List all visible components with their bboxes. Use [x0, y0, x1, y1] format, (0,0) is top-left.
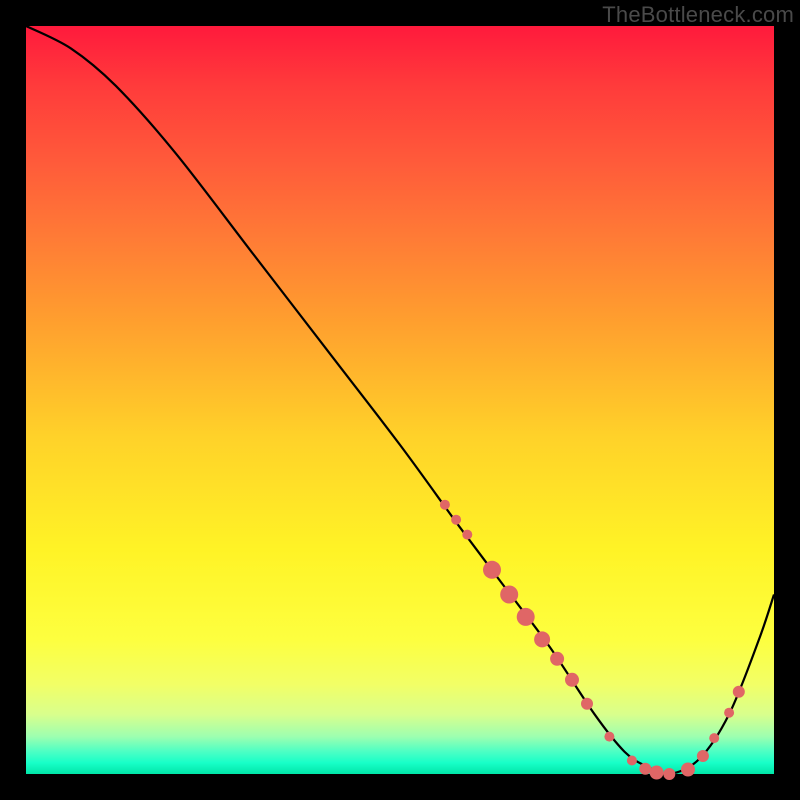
- curve-marker: [462, 530, 472, 540]
- curve-marker: [440, 500, 450, 510]
- outer-frame: TheBottleneck.com: [0, 0, 800, 800]
- curve-marker: [697, 750, 709, 762]
- curve-marker: [534, 631, 550, 647]
- plot-area: [26, 26, 774, 774]
- curve-marker: [500, 586, 518, 604]
- curve-marker: [663, 768, 675, 780]
- curve-marker: [565, 673, 579, 687]
- curve-marker: [639, 763, 651, 775]
- curve-marker: [627, 756, 637, 766]
- curve-marker: [451, 515, 461, 525]
- curve-markers: [440, 500, 745, 780]
- curve-marker: [604, 732, 614, 742]
- curve-marker: [483, 561, 501, 579]
- curve-marker: [681, 763, 695, 777]
- bottleneck-curve: [26, 26, 774, 774]
- curve-marker: [733, 686, 745, 698]
- watermark-text: TheBottleneck.com: [602, 2, 794, 28]
- curve-marker: [550, 652, 564, 666]
- curve-marker: [650, 766, 664, 780]
- curve-marker: [724, 708, 734, 718]
- curve-marker: [709, 733, 719, 743]
- curve-marker: [517, 608, 535, 626]
- chart-svg: [26, 26, 774, 774]
- curve-marker: [581, 698, 593, 710]
